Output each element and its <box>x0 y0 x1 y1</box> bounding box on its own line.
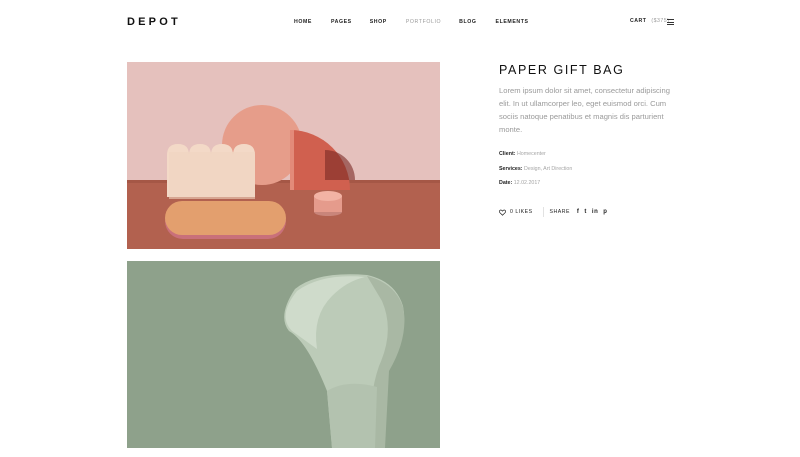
client-label: Client: <box>499 151 516 157</box>
nav-pages[interactable]: PAGES <box>331 19 352 25</box>
menu-icon[interactable] <box>667 19 674 26</box>
services-label: Services: <box>499 166 523 172</box>
meta-date: Date: 12.02.2017 <box>499 180 540 186</box>
divider <box>542 207 544 217</box>
project-description: Lorem ipsum dolor sit amet, consectetur … <box>499 86 670 134</box>
heart-icon <box>499 209 506 216</box>
cart-button[interactable]: CART ($375) <box>630 18 669 24</box>
project-image-shapes <box>127 62 440 249</box>
client-value: Homecenter <box>516 151 546 157</box>
pinterest-icon[interactable]: p <box>603 209 607 215</box>
date-label: Date: <box>499 180 513 186</box>
nav-shop[interactable]: SHOP <box>370 19 387 25</box>
nav-portfolio[interactable]: PORTFOLIO <box>406 19 441 25</box>
logo[interactable]: DEPOT <box>127 16 181 28</box>
main-nav: HOME PAGES SHOP PORTFOLIO BLOG ELEMENTS <box>294 19 529 25</box>
cart-label: CART <box>630 18 647 24</box>
nav-elements[interactable]: ELEMENTS <box>496 19 529 25</box>
twitter-icon[interactable]: t <box>584 209 587 215</box>
green-chair-photo <box>127 261 440 448</box>
likes-count: 0 LIKES <box>510 209 533 215</box>
share-label: SHARE <box>549 209 570 215</box>
services-value: Design, Art Direction <box>524 166 573 172</box>
meta-services: Services: Design, Art Direction <box>499 166 572 172</box>
meta-client: Client: Homecenter <box>499 151 546 157</box>
project-title: PAPER GIFT BAG <box>499 63 625 77</box>
nav-blog[interactable]: BLOG <box>459 19 476 25</box>
project-image-chair <box>127 261 440 448</box>
facebook-icon[interactable]: f <box>577 209 580 215</box>
nav-home[interactable]: HOME <box>294 19 312 25</box>
linkedin-icon[interactable]: in <box>592 209 598 215</box>
like-button[interactable]: 0 LIKES <box>499 209 533 216</box>
project-details: PAPER GIFT BAG Lorem ipsum dolor sit ame… <box>499 62 679 136</box>
paper-shapes-photo <box>127 62 440 249</box>
date-value: 12.02.2017 <box>513 180 541 186</box>
social-row: 0 LIKES SHARE f t in p <box>499 206 612 218</box>
